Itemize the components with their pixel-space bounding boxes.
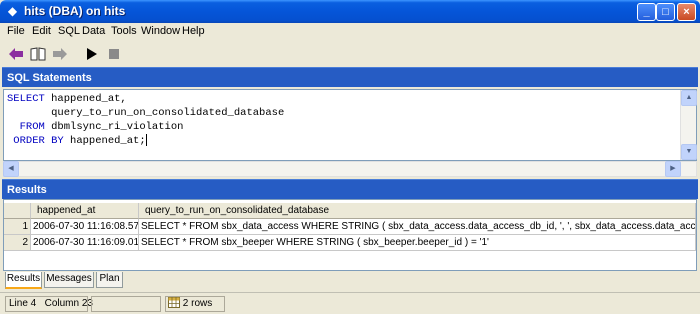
- sql-line-1: SELECT happened_at,: [7, 93, 127, 105]
- tab-messages[interactable]: Messages: [44, 272, 94, 288]
- cell-query[interactable]: SELECT * FROM sbx_beeper WHERE STRING ( …: [139, 235, 696, 251]
- status-empty-cell: [91, 296, 161, 312]
- menu-sql[interactable]: SQL: [58, 25, 80, 37]
- grid-header-row: happened_at query_to_run_on_consolidated…: [4, 203, 696, 219]
- menu-help[interactable]: Help: [182, 25, 205, 37]
- scroll-left-icon[interactable]: ◀: [3, 161, 19, 177]
- row-number: 1: [4, 219, 31, 235]
- table-row[interactable]: 1 2006-07-30 11:16:08.573 SELECT * FROM …: [4, 219, 696, 235]
- tab-results[interactable]: Results: [5, 272, 42, 289]
- sql-vertical-scrollbar[interactable]: ▲ ▼: [680, 90, 697, 160]
- menu-file[interactable]: File: [7, 25, 25, 37]
- menu-edit[interactable]: Edit: [32, 25, 51, 37]
- cell-happened-at[interactable]: 2006-07-30 11:16:08.573: [31, 219, 139, 235]
- column-header-happened-at[interactable]: happened_at: [31, 203, 139, 219]
- text-caret: [145, 134, 147, 147]
- sql-line-3: FROM dbmlsync_ri_violation: [7, 121, 184, 133]
- row-number: 2: [4, 235, 31, 251]
- results-grid[interactable]: happened_at query_to_run_on_consolidated…: [3, 199, 697, 271]
- close-button[interactable]: ×: [677, 3, 696, 21]
- toolbar: [3, 42, 697, 66]
- menu-tools[interactable]: Tools: [111, 25, 137, 37]
- sql-text[interactable]: SELECT happened_at, query_to_run_on_cons…: [7, 92, 284, 148]
- sql-line-2: query_to_run_on_consolidated_database: [7, 107, 285, 119]
- status-column: Column 23: [44, 298, 93, 309]
- scroll-down-icon[interactable]: ▼: [681, 144, 697, 160]
- forward-arrow-icon[interactable]: [51, 45, 69, 63]
- row-number-header: [4, 203, 31, 219]
- cell-query[interactable]: SELECT * FROM sbx_data_access WHERE STRI…: [139, 219, 696, 235]
- execute-icon[interactable]: [83, 45, 101, 63]
- scroll-up-icon[interactable]: ▲: [681, 90, 697, 106]
- results-header: Results: [2, 179, 698, 199]
- status-rows: 2 rows: [182, 298, 213, 309]
- title-bar: ◆ hits (DBA) on hits _ □ ×: [0, 0, 700, 23]
- maximize-button[interactable]: □: [656, 3, 675, 21]
- cursor-position: Line 4 Column 23: [5, 296, 93, 312]
- status-bar: Line 4 Column 23 2 rows: [0, 292, 700, 314]
- sql-line-4: ORDER BY happened_at;: [7, 134, 147, 147]
- window-title: hits (DBA) on hits: [24, 4, 126, 18]
- menu-data[interactable]: Data: [82, 25, 105, 37]
- row-count: 2 rows: [165, 296, 225, 312]
- menu-bar: File Edit SQL Data Tools Window Help: [3, 23, 697, 41]
- sql-horizontal-scrollbar[interactable]: ◀ ▶: [3, 161, 697, 177]
- status-line: Line 4: [9, 298, 37, 309]
- sql-statements-header: SQL Statements: [2, 67, 698, 87]
- grid-icon: [168, 297, 180, 308]
- back-arrow-icon[interactable]: [7, 45, 25, 63]
- sql-editor[interactable]: SELECT happened_at, query_to_run_on_cons…: [3, 89, 697, 161]
- tab-plan[interactable]: Plan: [96, 272, 123, 288]
- menu-window[interactable]: Window: [141, 25, 180, 37]
- cell-happened-at[interactable]: 2006-07-30 11:16:09.012: [31, 235, 139, 251]
- table-row[interactable]: 2 2006-07-30 11:16:09.012 SELECT * FROM …: [4, 235, 696, 251]
- column-header-query[interactable]: query_to_run_on_consolidated_database: [139, 203, 696, 219]
- stop-icon[interactable]: [105, 45, 123, 63]
- open-book-icon[interactable]: [29, 45, 47, 63]
- scroll-right-icon[interactable]: ▶: [665, 161, 681, 177]
- app-icon: ◆: [7, 4, 18, 18]
- minimize-button[interactable]: _: [637, 3, 656, 21]
